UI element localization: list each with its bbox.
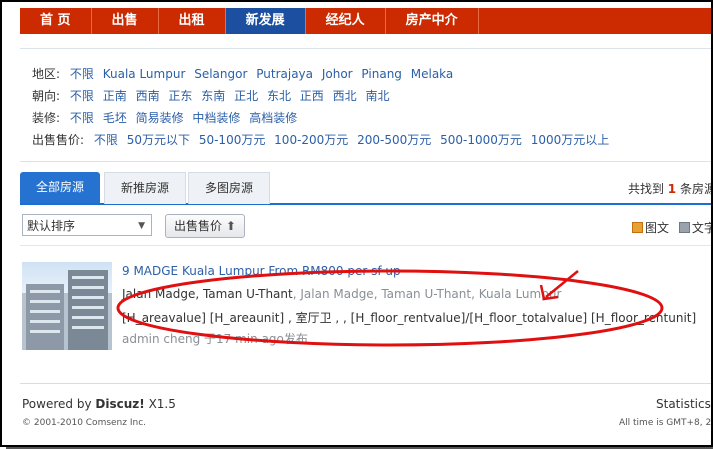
filter-option[interactable]: 50万元以下 xyxy=(127,133,190,147)
filter-panel: 地区: 不限 Kuala Lumpur Selangor Putrajaya J… xyxy=(20,48,711,162)
filter-option[interactable]: 中档装修 xyxy=(192,111,240,125)
filter-option[interactable]: 1000万元以上 xyxy=(531,133,610,147)
listing-title[interactable]: 9 MADGE Kuala Lumpur From RM800 per sf u… xyxy=(122,264,401,278)
result-count: 共找到 1 条房源 xyxy=(627,180,713,197)
filter-option[interactable]: Melaka xyxy=(411,67,454,81)
filter-option[interactable]: Selangor xyxy=(194,67,247,81)
filter-option[interactable]: 正北 xyxy=(234,89,258,103)
copyright: © 2001-2010 Comsenz Inc. xyxy=(22,418,147,428)
arrow-up-icon: ⬆ xyxy=(225,219,236,233)
filter-option[interactable]: 100-200万元 xyxy=(274,133,348,147)
filter-option[interactable]: Pinang xyxy=(361,67,402,81)
filter-option[interactable]: Putrajaya xyxy=(256,67,313,81)
filter-option[interactable]: 西北 xyxy=(333,89,357,103)
powered-by: Powered by Discuz! X1.5 xyxy=(22,397,176,411)
sort-selected-value: 默认排序 xyxy=(27,219,76,233)
brand-link[interactable]: Discuz! xyxy=(95,397,144,411)
view-switcher: 图文 文字 xyxy=(632,219,711,236)
nav-sale[interactable]: 出售 xyxy=(92,8,159,34)
filter-option[interactable]: 正东 xyxy=(168,89,192,103)
listing-thumbnail[interactable] xyxy=(22,262,112,350)
grid-view-icon[interactable] xyxy=(632,222,643,233)
version: X1.5 xyxy=(148,397,176,411)
filter-option[interactable]: 200-500万元 xyxy=(357,133,431,147)
nav-new-development[interactable]: 新发展 xyxy=(225,8,306,34)
listing-tabs: 全部房源 新推房源 多图房源 共找到 1 条房源 xyxy=(20,172,713,205)
listing-address: Jalan Madge, Taman U-Thant, Jalan Madge,… xyxy=(122,287,561,301)
nav-agencies[interactable]: 房产中介 xyxy=(386,8,479,34)
result-suffix: 条房源 xyxy=(679,182,713,196)
timezone-note: All time is GMT+8, 20 xyxy=(619,418,713,428)
filter-option[interactable]: 东南 xyxy=(201,89,225,103)
filter-option[interactable]: 南北 xyxy=(365,89,389,103)
tab-new-listings[interactable]: 新推房源 xyxy=(104,172,186,204)
filter-option[interactable]: 不限 xyxy=(70,89,94,103)
listing-fields: [H_areavalue] [H_areaunit] , 室厅卫 , , [H_… xyxy=(122,311,697,325)
list-view-label[interactable]: 文字 xyxy=(692,221,711,235)
listing-address-main: Jalan Madge, Taman U-Thant xyxy=(122,287,293,301)
filter-label: 朝向: xyxy=(32,89,61,103)
filter-option[interactable]: 50-100万元 xyxy=(199,133,266,147)
footer-divider xyxy=(20,383,711,384)
result-number: 1 xyxy=(667,182,677,196)
tab-multi-image-listings[interactable]: 多图房源 xyxy=(188,172,270,204)
nav-home[interactable]: 首 页 xyxy=(20,8,92,34)
chevron-down-icon: ▼ xyxy=(138,221,145,231)
filter-option[interactable]: 正西 xyxy=(300,89,324,103)
filter-option[interactable]: 西南 xyxy=(136,89,160,103)
powered-prefix: Powered by xyxy=(22,397,92,411)
filter-option[interactable]: 不限 xyxy=(70,111,94,125)
filter-row-price: 出售售价: 不限 50万元以下 50-100万元 100-200万元 200-5… xyxy=(32,131,614,149)
filter-option[interactable]: 500-1000万元 xyxy=(440,133,522,147)
filter-option[interactable]: 不限 xyxy=(94,133,118,147)
filter-label: 出售售价: xyxy=(32,133,85,147)
filter-option[interactable]: Kuala Lumpur xyxy=(103,67,186,81)
browser-frame: 首 页 出售 出租 新发展 经纪人 房产中介 地区: 不限 Kuala Lump… xyxy=(0,0,713,447)
filter-option[interactable]: 高档装修 xyxy=(249,111,297,125)
filter-option[interactable]: 东北 xyxy=(267,89,291,103)
list-view-icon[interactable] xyxy=(678,222,690,233)
filter-row-decoration: 装修: 不限 毛坯 简易装修 中档装修 高档装修 xyxy=(32,109,302,127)
nav-rent[interactable]: 出租 xyxy=(159,8,226,34)
result-prefix: 共找到 xyxy=(627,182,664,196)
sort-dropdown[interactable]: 默认排序 ▼ xyxy=(22,214,152,236)
filter-option[interactable]: 不限 xyxy=(70,67,94,81)
listing-meta: admin cheng 于17 min ago发布 xyxy=(122,332,308,346)
filter-label: 地区: xyxy=(32,67,61,81)
listing-address-full: , Jalan Madge, Taman U-Thant, Kuala Lump… xyxy=(292,287,562,301)
filter-option[interactable]: 简易装修 xyxy=(136,111,184,125)
divider xyxy=(20,245,711,246)
filter-option[interactable]: 正南 xyxy=(103,89,127,103)
main-nav: 首 页 出售 出租 新发展 经纪人 房产中介 xyxy=(20,8,711,34)
statistics-link[interactable]: Statistics xyxy=(656,397,711,411)
filter-option[interactable]: Johor xyxy=(322,67,353,81)
sort-price-label: 出售售价 xyxy=(174,219,223,233)
sort-price-button[interactable]: 出售售价 ⬆ xyxy=(165,214,245,238)
tab-all-listings[interactable]: 全部房源 xyxy=(20,172,100,203)
filter-row-orientation: 朝向: 不限 正南 西南 正东 东南 正北 东北 正西 西北 南北 xyxy=(32,87,394,105)
filter-option[interactable]: 毛坯 xyxy=(103,111,127,125)
nav-agents[interactable]: 经纪人 xyxy=(306,8,386,34)
filter-row-region: 地区: 不限 Kuala Lumpur Selangor Putrajaya J… xyxy=(32,65,458,83)
filter-label: 装修: xyxy=(32,111,61,125)
grid-view-label[interactable]: 图文 xyxy=(645,221,669,235)
